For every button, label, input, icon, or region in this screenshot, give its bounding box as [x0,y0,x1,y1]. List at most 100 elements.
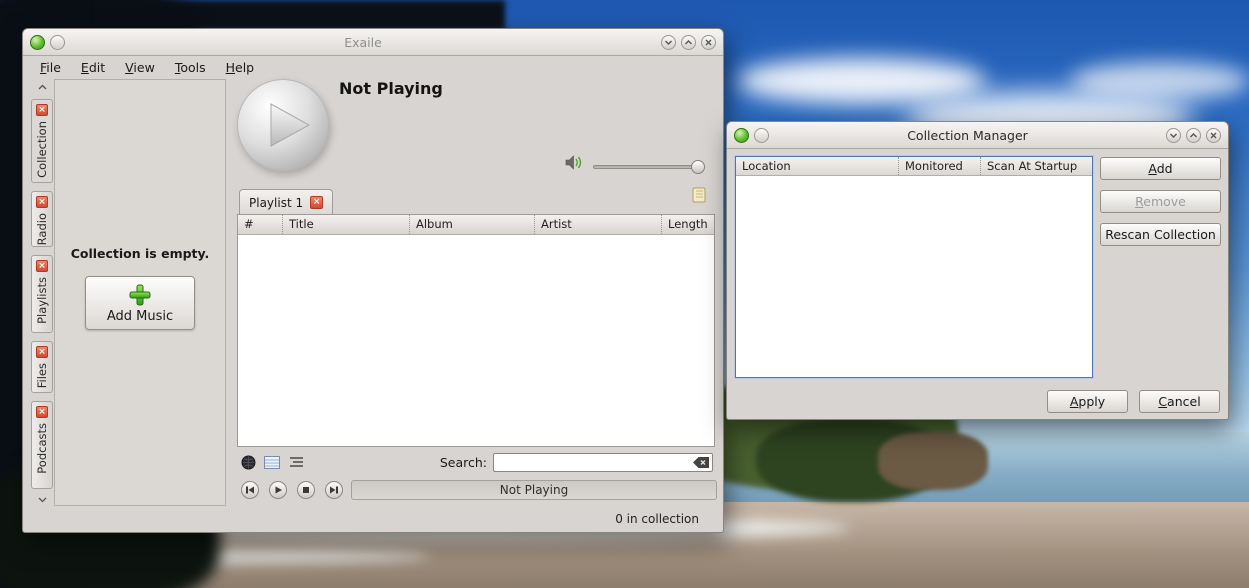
menu-view[interactable]: View [118,58,162,77]
missing-icon: × [36,406,48,418]
new-playlist-button[interactable] [691,187,707,206]
stop-button[interactable] [297,481,315,499]
volume-mute-button[interactable] [565,155,583,173]
column-header-album[interactable]: Album [409,215,534,234]
window-menu-button[interactable] [754,128,769,143]
cloud [1070,62,1249,100]
sidebar-tab-files[interactable]: × Files [31,341,53,393]
missing-icon: × [36,260,48,272]
add-music-button[interactable]: Add Music [85,276,195,330]
exaile-window: Exaile File Edit View Tools Help × Colle… [22,28,724,533]
notebook-icon [691,187,707,203]
close-button[interactable] [701,35,716,50]
backspace-icon [693,456,710,469]
menu-tools[interactable]: Tools [168,58,213,77]
add-music-label: Add Music [107,309,173,324]
playlist-tab-label: Playlist 1 [249,196,303,210]
sidebar-scroll-down-button[interactable] [32,493,52,506]
column-header-scan-at-startup[interactable]: Scan At Startup [980,157,1092,175]
desktop-wallpaper: Exaile File Edit View Tools Help × Colle… [0,0,1249,588]
play-icon [273,485,283,495]
now-playing-title: Not Playing [339,79,443,98]
volume-slider[interactable] [593,160,703,174]
search-field-wrap [493,453,713,472]
dynamic-playlist-button[interactable] [239,453,257,471]
column-header-monitored[interactable]: Monitored [898,157,980,175]
plus-icon [128,283,152,307]
volume-track[interactable] [593,165,703,169]
collection-empty-text: Collection is empty. [55,246,225,261]
missing-icon: × [36,346,48,358]
playlist-footer: Search: [237,450,715,474]
menu-file[interactable]: File [33,58,68,77]
speaker-icon [565,155,583,170]
minimize-button[interactable] [1166,128,1181,143]
column-header-number[interactable]: # [238,215,282,234]
column-header-artist[interactable]: Artist [534,215,661,234]
volume-knob[interactable] [691,160,705,174]
globe-icon [241,455,256,470]
sidebar-tab-radio[interactable]: × Radio [31,191,53,247]
chevron-down-icon [38,496,47,503]
seek-bar-label: Not Playing [500,483,568,497]
search-input[interactable] [493,453,713,472]
column-header-title[interactable]: Title [282,215,409,234]
skip-forward-icon [329,485,339,495]
column-header-location[interactable]: Location [736,157,898,175]
collection-manager-titlebar[interactable]: Collection Manager [727,122,1228,149]
seek-bar[interactable]: Not Playing [351,480,717,500]
search-label: Search: [440,455,487,470]
collection-count-status: 0 in collection [615,512,699,526]
missing-icon: × [36,196,48,208]
collection-manager-title: Collection Manager [774,128,1161,143]
queue-icon [289,456,304,468]
menu-edit[interactable]: Edit [74,58,112,77]
next-track-button[interactable] [325,481,343,499]
collection-panel: Collection is empty. Add Music [54,79,226,506]
minimize-button[interactable] [661,35,676,50]
rescan-collection-button[interactable]: Rescan Collection [1100,223,1221,246]
exaile-menubar: File Edit View Tools Help [23,56,723,78]
cancel-button[interactable]: Cancel [1139,390,1220,413]
remove-location-button[interactable]: Remove [1100,190,1221,213]
exaile-app-icon [30,35,45,50]
skip-back-icon [245,485,255,495]
window-menu-button[interactable] [50,35,65,50]
exaile-app-icon [734,128,749,143]
clear-search-button[interactable] [693,456,710,472]
stop-icon [301,485,311,495]
columns-view-button[interactable] [263,453,281,471]
playlist-table-body[interactable] [238,235,714,446]
chevron-up-icon [684,38,693,47]
close-button[interactable] [1206,128,1221,143]
maximize-button[interactable] [1186,128,1201,143]
exaile-titlebar[interactable]: Exaile [23,29,723,56]
queue-button[interactable] [287,453,305,471]
playlist-tab[interactable]: Playlist 1 × [239,189,333,215]
play-icon [237,79,329,171]
playlist-table: # Title Album Artist Length [237,214,715,447]
column-header-length[interactable]: Length [661,215,714,234]
apply-button[interactable]: Apply [1047,390,1128,413]
cliff-rock [878,432,988,490]
collection-locations-list[interactable]: Location Monitored Scan At Startup [735,156,1093,378]
menu-help[interactable]: Help [219,58,262,77]
maximize-button[interactable] [681,35,696,50]
sidebar-tab-podcasts[interactable]: × Podcasts [31,401,53,489]
chevron-up-icon [1189,131,1198,140]
playlist-table-header: # Title Album Artist Length [238,215,714,235]
playlist-tab-close-button[interactable]: × [310,196,323,209]
chevron-down-icon [1169,131,1178,140]
play-button[interactable] [269,481,287,499]
cloud [736,58,986,104]
close-icon [1209,131,1218,140]
add-location-button[interactable]: Add [1100,157,1221,180]
sidebar-tab-playlists[interactable]: × Playlists [31,255,53,333]
big-play-button[interactable] [237,79,329,171]
missing-icon: × [36,104,48,116]
collection-list-body[interactable] [736,176,1092,377]
collection-list-header: Location Monitored Scan At Startup [736,157,1092,176]
sidebar-tab-collection[interactable]: × Collection [31,99,53,183]
previous-track-button[interactable] [241,481,259,499]
sidebar-scroll-up-button[interactable] [32,81,52,94]
